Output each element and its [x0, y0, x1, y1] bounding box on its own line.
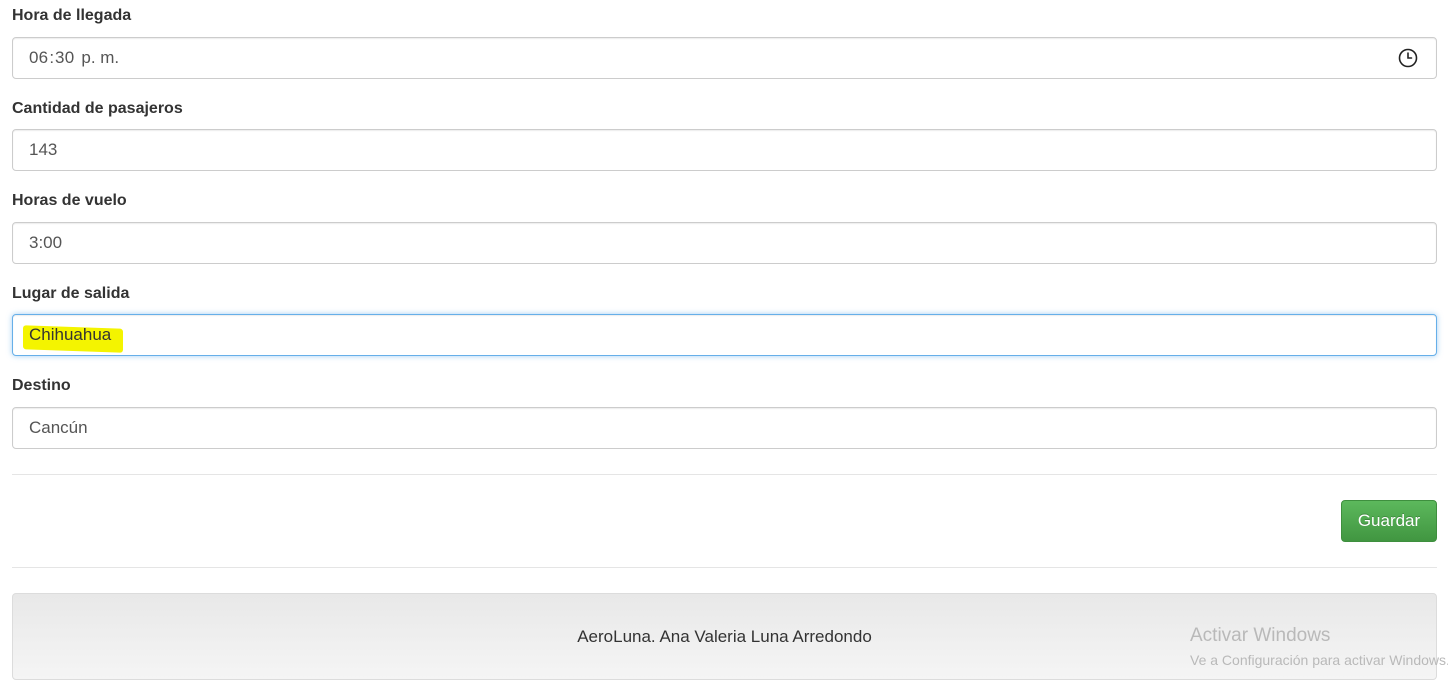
clock-icon[interactable]: [1398, 48, 1418, 68]
passengers-label: Cantidad de pasajeros: [12, 100, 183, 117]
watermark-title: Activar Windows: [1190, 625, 1331, 646]
arrival-time-minute[interactable]: 30: [55, 48, 74, 68]
save-button[interactable]: Guardar: [1341, 500, 1437, 542]
departure-label: Lugar de salida: [12, 285, 130, 302]
arrival-time-input[interactable]: 06 : 30 p. m.: [12, 37, 1437, 79]
footer-text: AeroLuna. Ana Valeria Luna Arredondo: [577, 626, 872, 646]
form-divider: [12, 474, 1437, 475]
arrival-time-hour[interactable]: 06: [29, 48, 48, 68]
flight-hours-value: 3:00: [29, 233, 63, 252]
passengers-input[interactable]: 143: [12, 129, 1437, 171]
flight-hours-input[interactable]: 3:00: [12, 222, 1437, 264]
destination-label: Destino: [12, 377, 71, 394]
footer-divider: [12, 567, 1437, 568]
departure-input[interactable]: Chihuahua: [12, 314, 1437, 356]
flight-hours-label: Horas de vuelo: [12, 192, 127, 209]
departure-value: Chihuahua: [29, 325, 112, 344]
departure-highlight: Chihuahua: [29, 325, 111, 345]
arrival-time-ampm[interactable]: p. m.: [81, 48, 119, 68]
destination-value: Cancún: [29, 418, 88, 437]
arrival-time-label: Hora de llegada: [12, 7, 132, 24]
passengers-value: 143: [29, 140, 58, 159]
destination-input[interactable]: Cancún: [12, 407, 1437, 449]
windows-activation-watermark: Activar Windows Ve a Configuración para …: [1190, 625, 1448, 668]
watermark-subtitle: Ve a Configuración para activar Windows.: [1190, 652, 1448, 668]
arrival-time-separator: :: [49, 48, 55, 67]
